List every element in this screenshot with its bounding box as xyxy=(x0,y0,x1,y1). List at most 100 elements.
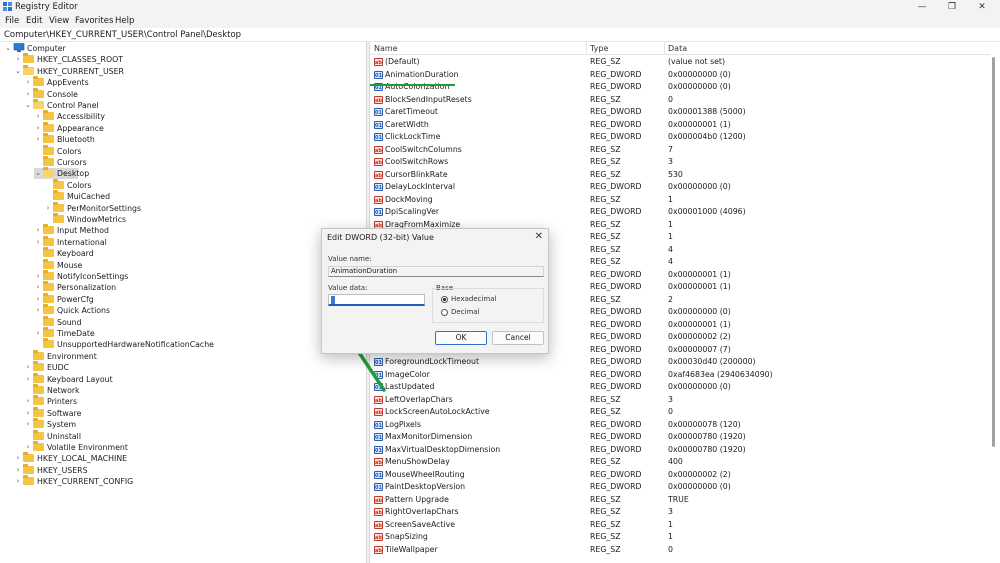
tree-item-label[interactable]: Appearance xyxy=(57,123,104,134)
tree-item[interactable]: › Appearance xyxy=(0,121,360,134)
tree-item-label[interactable]: Console xyxy=(47,89,78,100)
tree-item-label[interactable]: HKEY_CLASSES_ROOT xyxy=(37,54,123,65)
tree-item[interactable]: › Personalization xyxy=(0,281,360,293)
tree-item-label[interactable]: HKEY_LOCAL_MACHINE xyxy=(37,453,127,464)
tree-item[interactable]: › PerMonitorSettings xyxy=(0,201,360,214)
decimal-radio[interactable] xyxy=(441,309,448,316)
decimal-label[interactable]: Decimal xyxy=(451,308,480,317)
chevron-right-icon[interactable]: › xyxy=(14,465,22,476)
column-separator[interactable] xyxy=(664,42,665,55)
chevron-right-icon[interactable]: › xyxy=(24,362,32,373)
tree-item[interactable]: MuiCached xyxy=(0,190,360,202)
tree-item-label[interactable]: PowerCfg xyxy=(57,294,94,305)
value-row[interactable]: ab LockScreenAutoLockActive REG_SZ 0 xyxy=(370,406,990,419)
value-row[interactable]: 01 CaretWidth REG_DWORD 0x00000001 (1) xyxy=(370,119,990,132)
chevron-down-icon[interactable]: ⌄ xyxy=(24,100,32,111)
tree-item-label[interactable]: PerMonitorSettings xyxy=(67,203,141,214)
tree-item-label[interactable]: Uninstall xyxy=(47,431,81,442)
tree-item-label[interactable]: Mouse xyxy=(57,260,82,271)
value-data-input[interactable]: 0 xyxy=(328,294,425,306)
value-row[interactable]: ab Pattern Upgrade REG_SZ TRUE xyxy=(370,494,990,507)
tree-item-label[interactable]: Desktop xyxy=(57,168,89,179)
tree-item-label[interactable]: TimeDate xyxy=(57,328,95,339)
column-header-data[interactable]: Data xyxy=(668,43,687,54)
tree-item[interactable]: › HKEY_CLASSES_ROOT xyxy=(0,53,360,65)
value-row[interactable]: 01 ForegroundLockTimeout REG_DWORD 0x00030d… xyxy=(370,356,990,369)
column-header-name[interactable]: Name xyxy=(374,43,398,54)
value-row[interactable]: ab BlockSendInputResets REG_SZ 0 xyxy=(370,94,990,107)
value-row[interactable]: 01 LogPixels REG_DWORD 0x00000078 (120) xyxy=(370,419,990,432)
value-row[interactable]: 01 DpiScalingVer REG_DWORD 0x00001000 (4096… xyxy=(370,206,990,219)
value-row[interactable]: ab SnapSizing REG_SZ 1 xyxy=(370,531,990,544)
tree-item[interactable]: Colors xyxy=(0,144,360,157)
tree-item-label[interactable]: Accessibility xyxy=(57,111,105,122)
tree-item-label[interactable]: Colors xyxy=(57,146,81,157)
column-header-type[interactable]: Type xyxy=(590,43,608,54)
menu-file[interactable]: File xyxy=(5,15,19,27)
tree-item[interactable]: › Console xyxy=(0,87,360,100)
address-bar[interactable]: Computer\HKEY_CURRENT_USER\Control Panel… xyxy=(0,28,1000,42)
hexadecimal-radio[interactable] xyxy=(441,296,448,303)
tree-item-label[interactable]: Keyboard Layout xyxy=(47,374,113,385)
tree-item[interactable]: › Keyboard Layout xyxy=(0,372,360,385)
tree-item-label[interactable]: HKEY_CURRENT_USER xyxy=(37,66,124,77)
value-row[interactable]: ab CursorBlinkRate REG_SZ 530 xyxy=(370,169,990,182)
tree-item[interactable]: › Quick Actions xyxy=(0,304,360,316)
tree-item[interactable]: › HKEY_LOCAL_MACHINE xyxy=(0,452,360,464)
chevron-right-icon[interactable]: › xyxy=(24,419,32,430)
tree-item[interactable]: › HKEY_USERS xyxy=(0,463,360,476)
value-row[interactable]: ab RightOverlapChars REG_SZ 3 xyxy=(370,506,990,519)
tree-item[interactable]: Uninstall xyxy=(0,429,360,442)
menu-view[interactable]: View xyxy=(49,15,69,27)
value-row[interactable]: 01 PaintDesktopVersion REG_DWORD 0x00000000… xyxy=(370,481,990,494)
tree-item[interactable]: Environment xyxy=(0,349,360,362)
chevron-right-icon[interactable]: › xyxy=(24,77,32,88)
chevron-right-icon[interactable]: › xyxy=(24,89,32,100)
ok-button[interactable]: OK xyxy=(435,331,487,345)
tree-item[interactable]: › Volatile Environment xyxy=(0,441,360,453)
tree-item[interactable]: › NotifyIconSettings xyxy=(0,270,360,282)
tree-item-label[interactable]: Personalization xyxy=(57,282,116,293)
tree-item-label[interactable]: Control Panel xyxy=(47,100,99,111)
tree-item[interactable]: Cursors xyxy=(0,156,360,168)
value-row[interactable]: ab (Default) REG_SZ (value not set) xyxy=(370,56,990,69)
cancel-button[interactable]: Cancel xyxy=(492,331,544,345)
value-row[interactable]: ab DockMoving REG_SZ 1 xyxy=(370,194,990,207)
tree-item[interactable]: ⌄ Control Panel xyxy=(0,99,360,111)
value-row[interactable]: 01 LastUpdated REG_DWORD 0x00000000 (0) xyxy=(370,381,990,394)
chevron-right-icon[interactable]: › xyxy=(14,453,22,464)
value-row[interactable]: ab CoolSwitchColumns REG_SZ 7 xyxy=(370,144,990,157)
value-row[interactable]: 01 MaxVirtualDesktopDimension REG_DWORD 0x0… xyxy=(370,444,990,457)
tree-item-label[interactable]: UnsupportedHardwareNotificationCache xyxy=(57,339,214,350)
chevron-right-icon[interactable]: › xyxy=(24,442,32,453)
tree-item[interactable]: ⌄ Computer xyxy=(0,43,360,54)
tree-item-label[interactable]: EUDC xyxy=(47,362,69,373)
value-row[interactable]: ab TileWallpaper REG_SZ 0 xyxy=(370,544,990,557)
tree-item[interactable]: › TimeDate xyxy=(0,327,360,339)
tree-item-label[interactable]: International xyxy=(57,237,107,248)
tree-item-label[interactable]: MuiCached xyxy=(67,191,110,202)
chevron-right-icon[interactable]: › xyxy=(34,328,42,339)
tree-item[interactable]: Colors xyxy=(0,178,360,191)
tree-item[interactable]: Mouse xyxy=(0,258,360,271)
tree-item[interactable]: › International xyxy=(0,235,360,248)
registry-tree[interactable]: ⌄ Computer › HKEY_CLASSES_ROOT ⌄ HKEY_CURRENT… xyxy=(0,42,366,563)
vertical-scrollbar[interactable] xyxy=(990,55,998,563)
address-path[interactable]: Computer\HKEY_CURRENT_USER\Control Panel… xyxy=(4,29,241,41)
chevron-right-icon[interactable]: › xyxy=(34,225,42,236)
tree-item-label[interactable]: Quick Actions xyxy=(57,305,110,316)
chevron-right-icon[interactable]: › xyxy=(24,408,32,419)
chevron-right-icon[interactable]: › xyxy=(24,396,32,407)
tree-item-label[interactable]: Computer xyxy=(27,43,66,54)
chevron-right-icon[interactable]: › xyxy=(44,203,52,214)
column-separator[interactable] xyxy=(586,42,587,55)
value-row[interactable]: ab ScreenSaveActive REG_SZ 1 xyxy=(370,519,990,532)
tree-item[interactable]: Network xyxy=(0,384,360,396)
tree-item[interactable]: › System xyxy=(0,418,360,430)
value-row[interactable]: 01 MouseWheelRouting REG_DWORD 0x00000002 (… xyxy=(370,469,990,482)
tree-item[interactable]: › EUDC xyxy=(0,361,360,373)
maximize-button[interactable]: ❐ xyxy=(937,0,967,14)
tree-item[interactable]: Sound xyxy=(0,315,360,328)
value-row[interactable]: 01 MaxMonitorDimension REG_DWORD 0x00000780… xyxy=(370,431,990,444)
value-row[interactable]: 01 CaretTimeout REG_DWORD 0x00001388 (5000) xyxy=(370,106,990,119)
